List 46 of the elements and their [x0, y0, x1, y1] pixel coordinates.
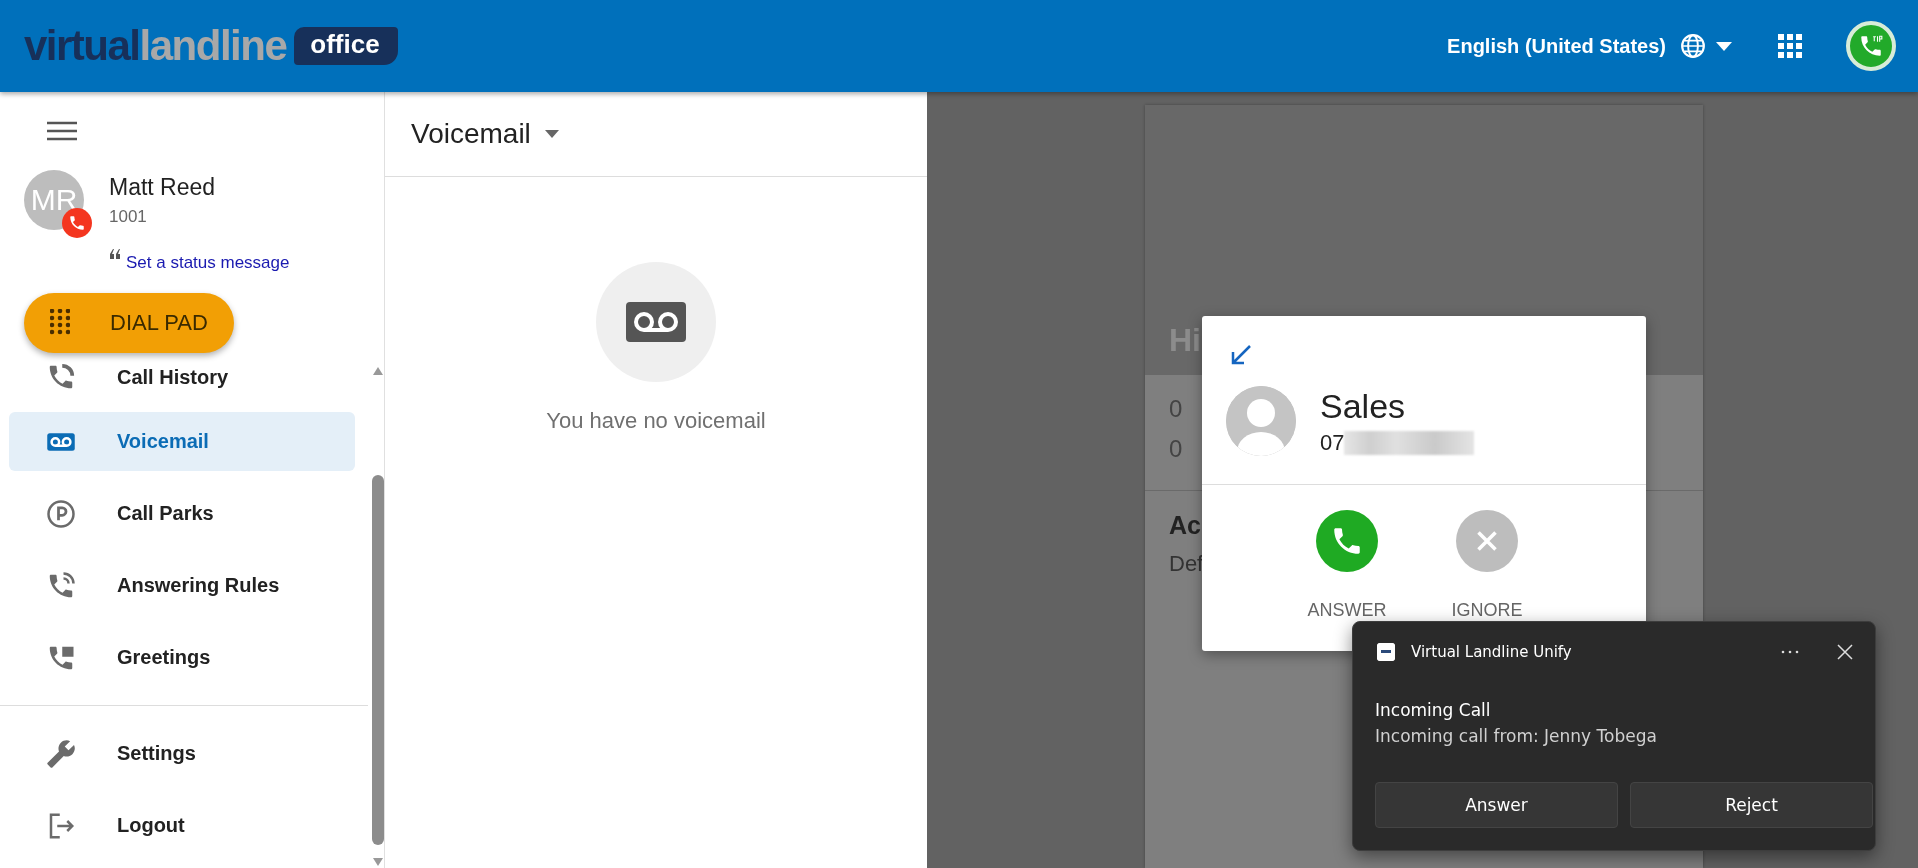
nav-item[interactable]: Call History	[9, 355, 355, 399]
sip-phone-status-icon[interactable]	[1846, 21, 1896, 71]
caret-icon[interactable]	[1716, 41, 1732, 51]
quote-icon	[109, 249, 121, 259]
apps-grid-icon[interactable]	[1778, 34, 1802, 58]
wrench-icon	[46, 738, 76, 769]
nav-item[interactable]: Voicemail	[9, 412, 355, 471]
minimize-arrow-icon[interactable]	[1230, 344, 1252, 366]
app-icon	[1377, 643, 1395, 661]
notification-title: Incoming Call	[1375, 700, 1492, 720]
view-dropdown[interactable]: Voicemail	[411, 118, 559, 150]
language-selector[interactable]: English (United States)	[1447, 34, 1666, 58]
section-title: Ac	[1169, 511, 1201, 539]
caller-number: 07	[1320, 429, 1345, 456]
user-extension: 1001	[109, 207, 148, 227]
parking-icon	[46, 498, 76, 529]
nav-item[interactable]: Settings	[9, 724, 355, 783]
menu-icon[interactable]	[47, 121, 77, 141]
notification-message: Incoming call from: Jenny Tobega	[1375, 726, 1658, 746]
more-options-icon[interactable]	[1781, 650, 1799, 654]
answer-button[interactable]: Answer	[1375, 782, 1618, 828]
scrollbar[interactable]	[371, 365, 387, 868]
logo: virtuallandline office	[24, 22, 398, 70]
empty-message: You have no voicemail	[545, 408, 767, 434]
nav-item[interactable]: Answering Rules	[9, 556, 355, 615]
caller-name: Sales	[1320, 386, 1407, 426]
caret-icon	[544, 130, 559, 138]
answer-button[interactable]: ANSWER	[1303, 510, 1391, 621]
reject-button[interactable]: Reject	[1630, 782, 1873, 828]
ignore-button[interactable]: IGNORE	[1443, 510, 1531, 621]
section-text: Def	[1169, 551, 1204, 576]
phone-status-icon	[62, 208, 92, 238]
app-name: Virtual Landline Unify	[1411, 643, 1573, 661]
nav-item[interactable]: Call Parks	[9, 484, 355, 543]
card-text: 0	[1169, 435, 1183, 462]
nav-item[interactable]: Greetings	[9, 628, 355, 687]
dial-pad-button[interactable]: DIAL PAD	[24, 293, 234, 353]
contact-avatar	[1226, 386, 1296, 456]
globe-icon[interactable]	[1680, 33, 1706, 59]
voicemail-icon	[626, 302, 686, 342]
close-icon[interactable]	[1837, 644, 1853, 660]
dial-pad-icon	[50, 309, 70, 337]
user-name: Matt Reed	[109, 174, 216, 201]
card-text: 0	[1169, 395, 1183, 422]
nav-item[interactable]: Logout	[9, 796, 355, 855]
status-message-link[interactable]: Set a status message	[126, 253, 290, 273]
